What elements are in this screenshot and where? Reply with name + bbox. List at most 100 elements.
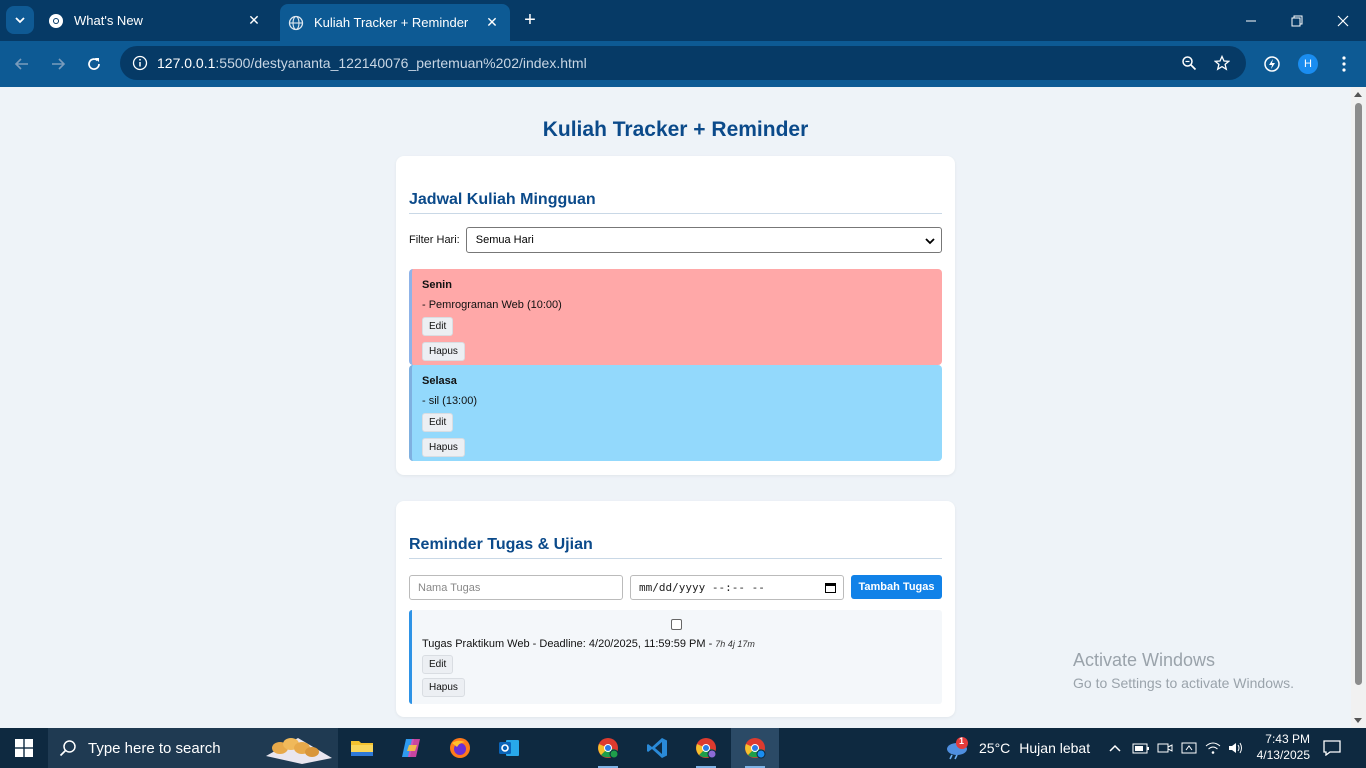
filter-row: Filter Hari: Semua Hari bbox=[409, 227, 942, 253]
tab-title: Kuliah Tracker + Reminder bbox=[314, 15, 469, 30]
chevron-down-icon bbox=[925, 238, 935, 245]
browser-tab-bar: What's New ✕ Kuliah Tracker + Reminder ✕… bbox=[0, 0, 1366, 41]
search-highlight-bread-icon bbox=[266, 738, 332, 764]
scroll-down-arrow[interactable] bbox=[1354, 718, 1362, 723]
task-done-checkbox[interactable] bbox=[671, 619, 682, 630]
weather-temp: 25°C bbox=[979, 740, 1011, 756]
day-name: Selasa bbox=[422, 375, 457, 387]
course-item: - Pemrograman Web (10:00) bbox=[422, 299, 562, 311]
performance-icon[interactable] bbox=[1258, 50, 1286, 78]
menu-button[interactable] bbox=[1330, 50, 1358, 78]
weather-widget[interactable]: 1 25°C Hujan lebat bbox=[944, 728, 1090, 768]
tab-whats-new[interactable]: What's New ✕ bbox=[40, 4, 272, 37]
battery-icon bbox=[1132, 743, 1149, 754]
watermark-title: Activate Windows bbox=[1073, 650, 1216, 670]
filter-label: Filter Hari: bbox=[409, 234, 460, 246]
tray-overflow-button[interactable] bbox=[1108, 728, 1122, 768]
taskbar-firefox[interactable] bbox=[436, 728, 484, 768]
folder-icon bbox=[351, 741, 373, 756]
address-bar[interactable]: 127.0.0.1:5500/destyananta_122140076_per… bbox=[120, 46, 1246, 80]
taskbar-file-explorer[interactable] bbox=[338, 728, 386, 768]
tray-battery[interactable] bbox=[1132, 728, 1150, 768]
tray-wifi[interactable] bbox=[1205, 728, 1221, 768]
firefox-icon bbox=[450, 738, 470, 758]
chrome-icon bbox=[696, 738, 717, 759]
taskbar-search[interactable]: Type here to search bbox=[48, 728, 338, 768]
restore-button[interactable] bbox=[1274, 0, 1320, 41]
task-text: Tugas Praktikum Web - Deadline: 4/20/202… bbox=[422, 638, 755, 650]
deadline-input[interactable]: mm/dd/yyyy --:-- -- bbox=[630, 575, 844, 600]
edit-course-button[interactable]: Edit bbox=[422, 413, 454, 432]
task-description: Tugas Praktikum Web - Deadline: 4/20/202… bbox=[422, 638, 716, 650]
screen-share-icon bbox=[1181, 742, 1197, 754]
taskbar-chrome-active[interactable] bbox=[731, 728, 779, 768]
chrome-icon bbox=[598, 738, 619, 759]
chrome-icon bbox=[745, 738, 766, 759]
reload-icon bbox=[88, 58, 100, 70]
scroll-up-arrow[interactable] bbox=[1354, 92, 1362, 97]
vscode-icon bbox=[647, 738, 667, 758]
taskbar-outlook[interactable] bbox=[485, 728, 533, 768]
notification-center-button[interactable] bbox=[1323, 728, 1341, 768]
kebab-menu-icon bbox=[1342, 56, 1346, 72]
close-tab-icon[interactable]: ✕ bbox=[244, 11, 264, 31]
scrollbar-thumb[interactable] bbox=[1355, 103, 1362, 685]
task-countdown: 7h 4j 17m bbox=[715, 639, 755, 649]
tab-title: What's New bbox=[74, 13, 143, 28]
task-form: Nama Tugas mm/dd/yyyy --:-- -- Tambah Tu… bbox=[409, 575, 942, 600]
calendar-icon[interactable] bbox=[825, 582, 836, 593]
delete-task-button[interactable]: Hapus bbox=[422, 678, 465, 697]
add-task-button[interactable]: Tambah Tugas bbox=[851, 575, 942, 599]
tab-kuliah-tracker[interactable]: Kuliah Tracker + Reminder ✕ bbox=[280, 4, 510, 41]
new-tab-button[interactable]: + bbox=[518, 8, 542, 32]
delete-course-button[interactable]: Hapus bbox=[422, 438, 465, 457]
profile-initial: H bbox=[1298, 54, 1318, 74]
taskbar-copilot[interactable] bbox=[387, 728, 435, 768]
tray-volume[interactable] bbox=[1228, 728, 1244, 768]
tab-search-button[interactable] bbox=[6, 6, 34, 34]
watermark-subtitle: Go to Settings to activate Windows. bbox=[1073, 675, 1294, 691]
tray-meet[interactable] bbox=[1181, 728, 1197, 768]
edit-course-button[interactable]: Edit bbox=[422, 317, 454, 336]
forward-arrow-icon bbox=[52, 58, 66, 70]
close-window-button[interactable] bbox=[1320, 0, 1366, 41]
delete-course-button[interactable]: Hapus bbox=[422, 342, 465, 361]
task-name-input[interactable]: Nama Tugas bbox=[409, 575, 623, 600]
minimize-icon bbox=[1246, 20, 1256, 21]
schedule-card: Jadwal Kuliah Mingguan Filter Hari: Semu… bbox=[396, 156, 955, 475]
camera-icon bbox=[1157, 743, 1173, 753]
chrome-icon bbox=[48, 13, 64, 29]
course-item: - sil (13:00) bbox=[422, 395, 478, 407]
site-info-icon[interactable] bbox=[128, 51, 152, 75]
forward-button[interactable] bbox=[44, 50, 72, 78]
page-scrollbar[interactable] bbox=[1351, 87, 1366, 728]
edit-task-button[interactable]: Edit bbox=[422, 655, 454, 674]
day-filter-value: Semua Hari bbox=[475, 234, 534, 246]
taskbar-chrome-profile-h[interactable] bbox=[682, 728, 730, 768]
back-arrow-icon bbox=[14, 58, 28, 70]
back-button[interactable] bbox=[8, 50, 36, 78]
activate-windows-watermark: Activate Windows Go to Settings to activ… bbox=[1073, 650, 1294, 691]
volume-icon bbox=[1229, 742, 1242, 754]
wifi-icon bbox=[1205, 742, 1221, 754]
day-filter-select[interactable]: Semua Hari bbox=[465, 227, 942, 253]
page-title: Kuliah Tracker + Reminder bbox=[542, 118, 809, 141]
tray-camera[interactable] bbox=[1157, 728, 1173, 768]
outlook-icon bbox=[499, 740, 519, 756]
search-placeholder: Type here to search bbox=[88, 739, 221, 757]
bookmark-star-icon[interactable] bbox=[1210, 51, 1234, 75]
start-button[interactable] bbox=[0, 728, 48, 768]
taskbar-chrome-profile-d[interactable] bbox=[584, 728, 632, 768]
deadline-placeholder: mm/dd/yyyy --:-- -- bbox=[639, 581, 765, 594]
windows-taskbar: Type here to search 1 25°C Hujan lebat 7… bbox=[0, 728, 1366, 768]
profile-avatar[interactable]: H bbox=[1294, 50, 1322, 78]
close-tab-icon[interactable]: ✕ bbox=[482, 13, 502, 33]
minimize-button[interactable] bbox=[1228, 0, 1274, 41]
zoom-icon[interactable] bbox=[1177, 51, 1201, 75]
reload-button[interactable] bbox=[80, 50, 108, 78]
task-item: Tugas Praktikum Web - Deadline: 4/20/202… bbox=[409, 610, 942, 704]
taskbar-clock[interactable]: 7:43 PM 4/13/2025 bbox=[1255, 731, 1310, 763]
taskbar-vscode[interactable] bbox=[633, 728, 681, 768]
rain-cloud-icon bbox=[947, 737, 968, 760]
globe-icon bbox=[288, 15, 304, 31]
